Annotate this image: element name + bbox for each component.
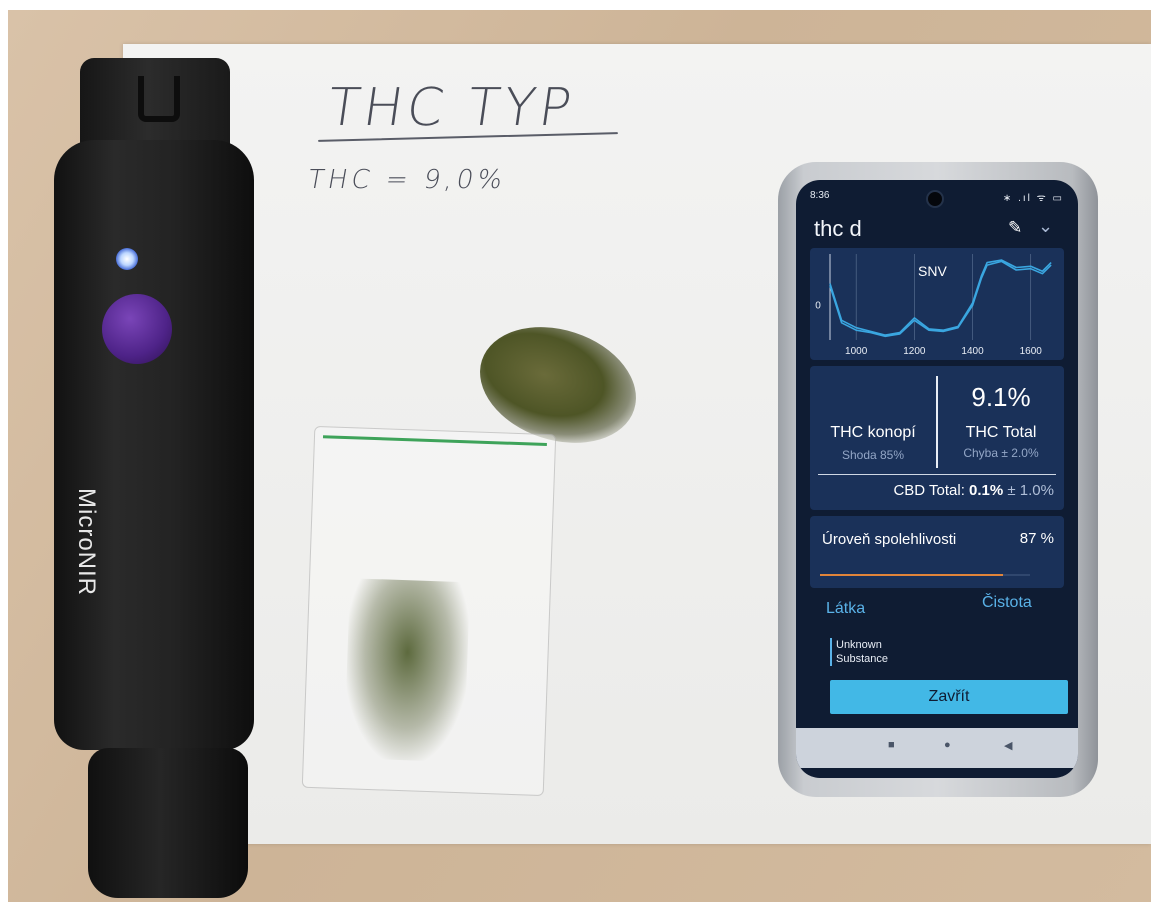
phone-screen: 8:36 ∗ .ıl ᯤ ▭ thc d ✎ ⌄ 1000 1200 1400 160…	[796, 180, 1078, 778]
reliability-bar	[820, 574, 1030, 576]
result-label: THC Total	[965, 424, 1037, 441]
reliability-label: Úroveň spolehlivosti	[822, 531, 957, 548]
app-title: thc d	[814, 216, 862, 241]
cbd-total: CBD Total: 0.1% ± 1.0%	[893, 482, 1054, 499]
chart-x-tick-label: 1600	[1020, 346, 1043, 357]
micronir-device: MicroNIR	[48, 58, 263, 898]
recents-icon[interactable]: ■	[888, 739, 895, 751]
zip-bag	[301, 425, 557, 797]
chart-x-tick-label: 1200	[903, 346, 926, 357]
reliability-value: 87 %	[1019, 530, 1054, 547]
status-icons: ∗ .ıl ᯤ ▭	[1002, 193, 1064, 204]
chart-x-tick-label: 1000	[845, 346, 868, 357]
handwritten-title: THC TYP	[323, 78, 579, 138]
tab-purity[interactable]: Čistota	[982, 594, 1032, 612]
app-bar: thc d ✎ ⌄	[796, 210, 1078, 246]
cap-notch	[138, 76, 180, 122]
spectrum-chart: 1000 1200 1400 1600 0 SNV	[810, 248, 1064, 360]
chevron-down-icon[interactable]: ⌄	[1038, 216, 1056, 236]
bag-zipper	[322, 435, 547, 447]
device-body	[54, 140, 254, 750]
pencil-icon[interactable]: ✎	[1008, 218, 1026, 237]
bag-contents	[343, 578, 471, 763]
scan-button[interactable]	[102, 294, 172, 364]
result-value: 9.1%	[971, 382, 1031, 412]
tab-substance[interactable]: Látka	[826, 600, 865, 618]
status-time: 8:36	[810, 190, 830, 201]
result-error: Chyba ± 2.0%	[963, 446, 1039, 460]
led-indicator	[116, 248, 138, 270]
chart-title: SNV	[918, 263, 947, 279]
front-camera	[926, 190, 944, 208]
handwritten-measurement: THC = 9,0%	[305, 165, 509, 195]
smartphone: 8:36 ∗ .ıl ᯤ ▭ thc d ✎ ⌄ 1000 1200 1400 160…	[778, 162, 1098, 797]
cbd-prefix: CBD Total:	[893, 482, 970, 499]
substance-value: Unknown Substance	[830, 638, 926, 666]
device-brand-label: MicroNIR	[73, 488, 100, 596]
result-substance-name: THC konopí	[830, 424, 916, 441]
reliability-bar-fill	[820, 574, 1003, 576]
cbd-error: ± 1.0%	[1003, 482, 1054, 499]
android-nav-bar: ■ ● ◀	[796, 728, 1078, 768]
photo-frame: THC TYP THC = 9,0% MicroNIR 8:36 ∗ .ıl ᯤ…	[8, 10, 1151, 902]
result-separator	[818, 474, 1056, 475]
device-grip	[88, 748, 248, 898]
chart-x-tick-label: 1400	[961, 346, 984, 357]
chart-y-tick-label: 0	[815, 301, 821, 312]
back-icon[interactable]: ◀	[1004, 739, 1012, 752]
spectrum-chart-svg: 1000 1200 1400 1600 0 SNV	[815, 254, 1052, 357]
result-card: THC konopí Shoda 85% 9.1% THC Total Chyb…	[810, 366, 1064, 510]
cbd-value: 0.1%	[969, 482, 1004, 499]
device-cap	[80, 58, 230, 150]
close-button[interactable]: Zavřít	[830, 680, 1068, 714]
reliability-card: Úroveň spolehlivosti 87 %	[810, 516, 1064, 588]
home-icon[interactable]: ●	[944, 739, 951, 751]
result-match: Shoda 85%	[841, 448, 905, 462]
